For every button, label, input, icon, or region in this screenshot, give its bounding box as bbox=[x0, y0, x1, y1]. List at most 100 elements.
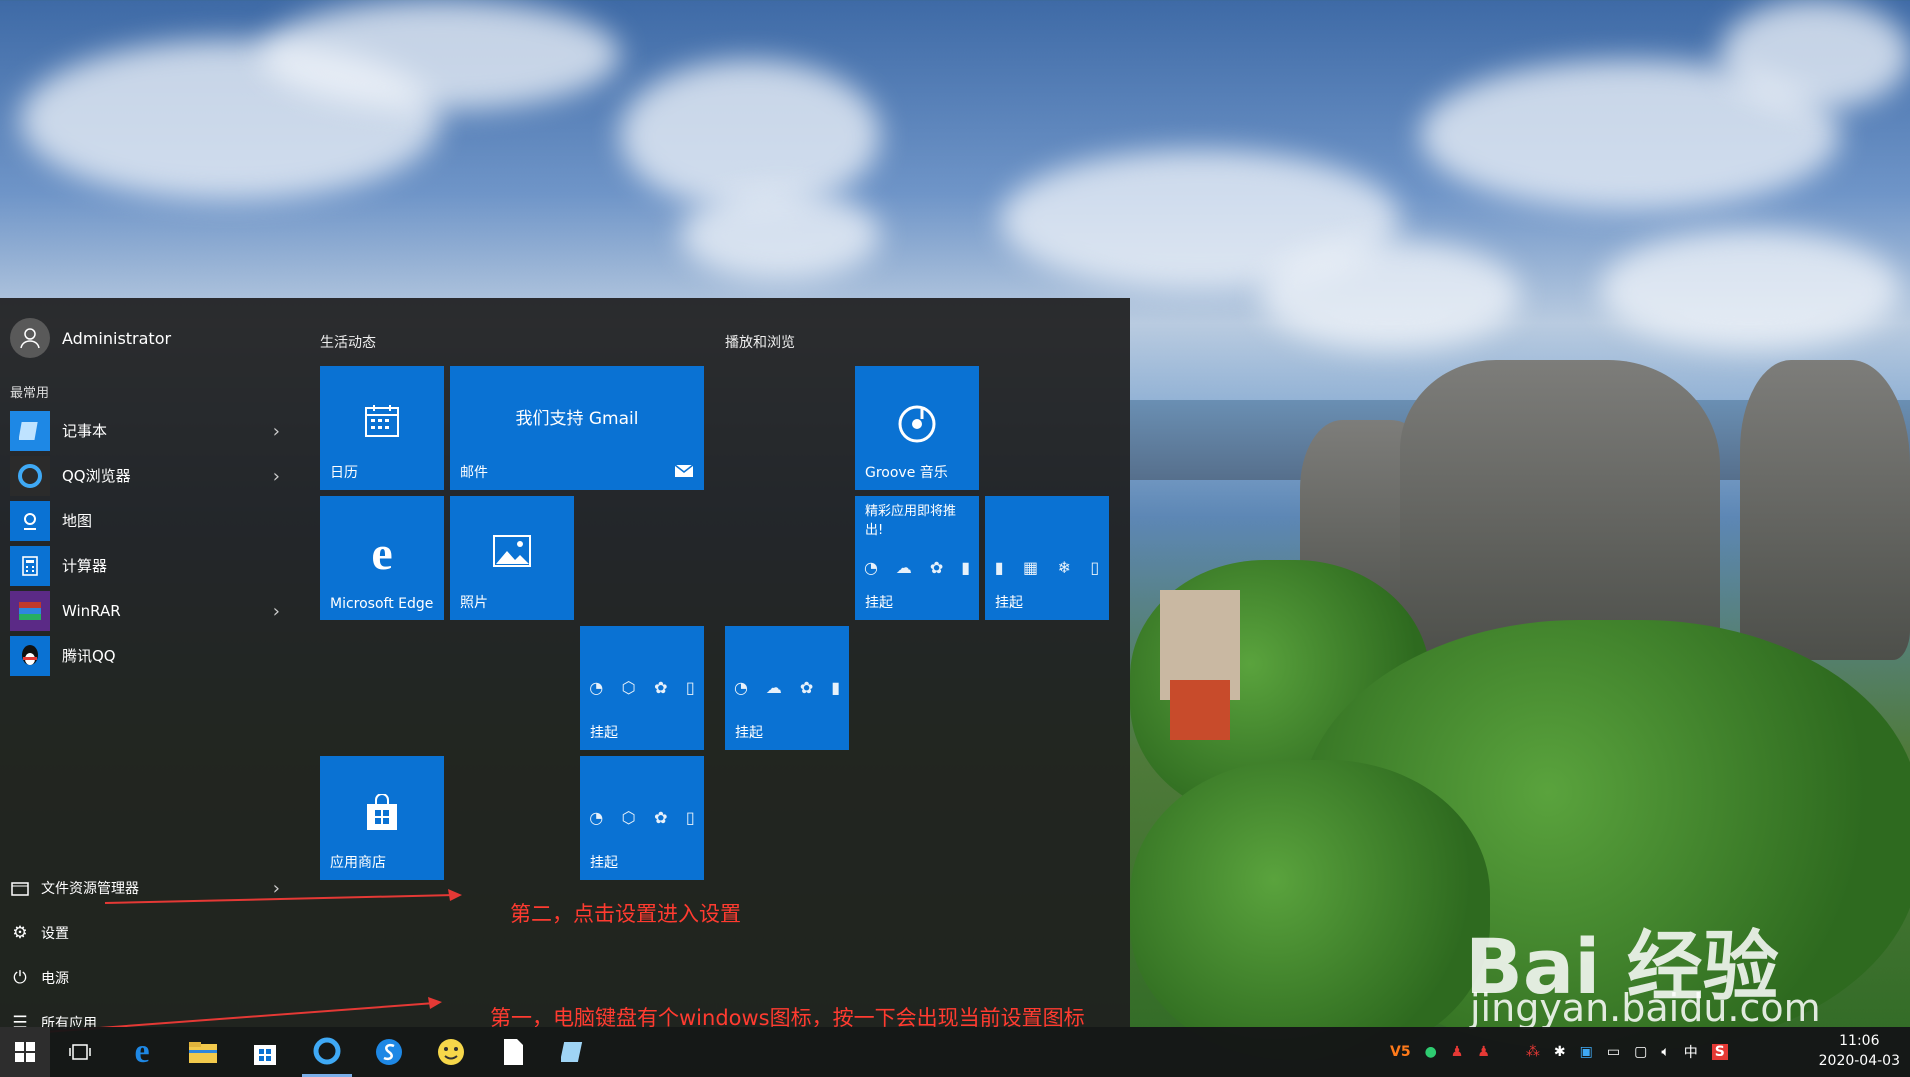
calendar-icon bbox=[320, 402, 444, 444]
groove-music-icon bbox=[855, 404, 979, 448]
clock-time: 11:06 bbox=[1839, 1033, 1880, 1049]
app-notepad[interactable]: 记事本 › bbox=[10, 408, 280, 453]
task-view-icon bbox=[69, 1044, 91, 1060]
tile-label: 挂起 bbox=[735, 725, 763, 741]
photos-icon bbox=[450, 534, 574, 572]
taskbar-notepad[interactable] bbox=[550, 1027, 600, 1077]
qq-tray-icon[interactable]: ♟ bbox=[1451, 1044, 1464, 1060]
app-label: 地图 bbox=[62, 512, 93, 530]
winrar-icon bbox=[10, 590, 50, 631]
tile-calendar[interactable]: 日历 bbox=[320, 366, 444, 490]
pending-icons: ◔ ⬡ ✿ ▯ bbox=[589, 808, 695, 827]
tile-label: Groove 音乐 bbox=[865, 465, 948, 481]
app-qq-browser[interactable]: QQ浏览器 › bbox=[10, 453, 280, 498]
tile-photos[interactable]: 照片 bbox=[450, 496, 574, 620]
antivirus-icon[interactable]: ▣ bbox=[1580, 1044, 1593, 1060]
tile-label: 挂起 bbox=[995, 595, 1023, 611]
gear-icon: ⚙ bbox=[12, 922, 28, 943]
app-maps[interactable]: 地图 bbox=[10, 498, 280, 543]
tile-pending[interactable]: ◔ ⬡ ✿ ▯ 挂起 bbox=[580, 626, 704, 750]
group-title-play: 播放和浏览 bbox=[725, 335, 795, 351]
document-icon bbox=[504, 1039, 523, 1065]
v5-icon[interactable]: V5 bbox=[1390, 1044, 1411, 1060]
qq-browser-icon bbox=[313, 1037, 341, 1064]
taskbar-edge[interactable]: e bbox=[117, 1027, 167, 1077]
tile-label: 日历 bbox=[330, 465, 358, 481]
app-label: WinRAR bbox=[62, 601, 121, 620]
app-calculator[interactable]: 计算器 bbox=[10, 543, 280, 588]
chevron-right-icon[interactable]: › bbox=[273, 421, 280, 442]
smiley-icon bbox=[438, 1039, 464, 1065]
app-winrar[interactable]: WinRAR › bbox=[10, 588, 280, 633]
tile-pending[interactable]: ◔ ⬡ ✿ ▯ 挂起 bbox=[580, 756, 704, 880]
tile-label: 应用商店 bbox=[330, 855, 386, 871]
sogou-browser-icon bbox=[376, 1039, 402, 1065]
calculator-icon bbox=[10, 545, 50, 586]
tile-pending[interactable]: ◔ ☁ ✿ ▮ 挂起 bbox=[725, 626, 849, 750]
app-label: QQ浏览器 bbox=[62, 467, 131, 485]
avatar bbox=[10, 318, 50, 358]
tile-label: 照片 bbox=[460, 595, 488, 611]
annotation-step2: 第二，点击设置进入设置 bbox=[510, 902, 741, 926]
mail-icon bbox=[674, 462, 694, 482]
tile-groove[interactable]: Groove 音乐 bbox=[855, 366, 979, 490]
annotation-arrow-settings bbox=[104, 889, 462, 904]
tile-mail[interactable]: 我们支持 Gmail 邮件 bbox=[450, 366, 704, 490]
tile-suggested-apps[interactable]: 精彩应用即将推出! ◔ ☁ ✿ ▮ 挂起 bbox=[855, 496, 979, 620]
tile-edge[interactable]: e Microsoft Edge bbox=[320, 496, 444, 620]
wechat-icon[interactable]: ● bbox=[1425, 1044, 1437, 1060]
taskbar-document[interactable] bbox=[488, 1027, 538, 1077]
mail-promo-text: 我们支持 Gmail bbox=[515, 409, 639, 429]
taskbar: e V5 ● ♟ ♟ ⁂ ✱ ▣ ▭ ▢ 🔈︎ 中 S 11:06 2020-0… bbox=[0, 1027, 1910, 1077]
sogou-ime-icon[interactable]: S bbox=[1711, 1044, 1728, 1060]
edge-icon: e bbox=[371, 527, 393, 580]
settings-label: 设置 bbox=[41, 925, 69, 942]
watermark-url: jingyan.baidu.com bbox=[1470, 986, 1821, 1030]
app-label: 腾讯QQ bbox=[62, 647, 116, 665]
tile-pending[interactable]: ▮ ▦ ❄ ▯ 挂起 bbox=[985, 496, 1109, 620]
system-tray: V5 ● ♟ ♟ ⁂ ✱ ▣ ▭ ▢ 🔈︎ 中 S bbox=[1390, 1027, 1728, 1077]
power-label: 电源 bbox=[41, 970, 69, 987]
taskbar-sogou-browser[interactable] bbox=[364, 1027, 414, 1077]
clock-date: 2020-04-03 bbox=[1818, 1053, 1900, 1069]
network-icon[interactable]: ▢ bbox=[1634, 1044, 1647, 1060]
tile-store[interactable]: 应用商店 bbox=[320, 756, 444, 880]
bluetooth-icon[interactable]: ✱ bbox=[1554, 1044, 1566, 1060]
chevron-right-icon[interactable]: › bbox=[273, 601, 280, 622]
pending-icons: ◔ ⬡ ✿ ▯ bbox=[589, 678, 695, 697]
start-button[interactable] bbox=[0, 1027, 50, 1077]
pending-icons: ◔ ☁ ✿ ▮ bbox=[863, 558, 971, 577]
taskbar-store[interactable] bbox=[240, 1027, 290, 1077]
most-used-heading: 最常用 bbox=[10, 386, 50, 401]
qq-tray-icon-2[interactable]: ♟ bbox=[1477, 1044, 1490, 1060]
network-app-icon[interactable]: ⁂ bbox=[1526, 1044, 1540, 1060]
maps-icon bbox=[10, 500, 50, 541]
notepad-icon bbox=[561, 1042, 583, 1062]
app-label: 计算器 bbox=[62, 557, 108, 575]
tile-label: 挂起 bbox=[590, 725, 618, 741]
taskbar-file-explorer[interactable] bbox=[178, 1027, 228, 1077]
volume-icon[interactable]: 🔈︎ bbox=[1661, 1044, 1669, 1060]
user-account[interactable]: Administrator bbox=[10, 318, 171, 358]
task-view-button[interactable] bbox=[55, 1027, 105, 1077]
tile-label: 邮件 bbox=[460, 465, 488, 481]
system-clock[interactable]: 11:06 2020-04-03 bbox=[1819, 1031, 1900, 1071]
chevron-right-icon[interactable]: › bbox=[273, 466, 280, 487]
notepad-icon bbox=[10, 410, 50, 451]
most-used-list: 记事本 › QQ浏览器 › 地图 计算器 WinRAR › 腾讯QQ bbox=[10, 408, 280, 678]
suggested-title: 精彩应用即将推出! bbox=[865, 504, 957, 538]
settings-item[interactable]: ⚙ 设置 bbox=[10, 910, 280, 955]
tile-label: Microsoft Edge bbox=[330, 596, 434, 612]
windows-logo-icon bbox=[15, 1042, 35, 1062]
battery-icon[interactable]: ▭ bbox=[1607, 1044, 1620, 1060]
group-title-life: 生活动态 bbox=[320, 335, 376, 351]
taskbar-qq-browser[interactable] bbox=[302, 1027, 352, 1077]
edge-icon: e bbox=[134, 1033, 150, 1070]
qq-icon bbox=[10, 635, 50, 676]
taskbar-emoji-app[interactable] bbox=[426, 1027, 476, 1077]
store-icon bbox=[320, 793, 444, 836]
folder-icon bbox=[189, 1042, 217, 1063]
tile-label: 挂起 bbox=[590, 855, 618, 871]
ime-indicator[interactable]: 中 bbox=[1684, 1042, 1698, 1062]
app-tencent-qq[interactable]: 腾讯QQ bbox=[10, 633, 280, 678]
